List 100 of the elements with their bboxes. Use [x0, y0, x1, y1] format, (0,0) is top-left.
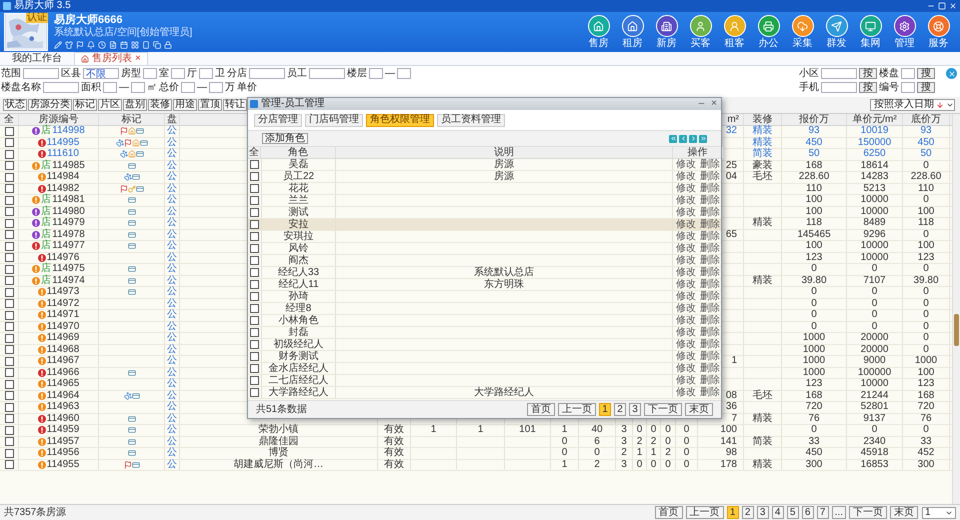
listing-id[interactable]: 114972 — [46, 298, 80, 309]
filter-field[interactable] — [397, 68, 411, 79]
close-icon[interactable] — [949, 2, 957, 10]
add-role-button[interactable]: 添加角色 — [262, 133, 308, 144]
nav-button[interactable]: 采集 — [787, 15, 818, 49]
delete-link[interactable]: 删除 — [700, 160, 720, 170]
checkbox[interactable] — [4, 460, 14, 470]
delete-link[interactable]: 删除 — [700, 232, 720, 242]
listing-id[interactable]: 114959 — [46, 425, 80, 436]
checkbox[interactable] — [250, 160, 259, 169]
nav-button[interactable]: 管理 — [889, 15, 920, 49]
document-icon[interactable] — [109, 41, 117, 49]
page-select[interactable]: 1 — [922, 506, 956, 518]
tab[interactable]: 员工资料管理 — [437, 114, 505, 126]
role-row[interactable]: 二七店经纪人 修改 删除 — [248, 375, 721, 387]
filter-field[interactable] — [143, 68, 157, 79]
checkbox[interactable] — [4, 184, 14, 194]
delete-link[interactable]: 删除 — [700, 364, 720, 374]
edit-link[interactable]: 修改 — [676, 208, 696, 218]
role-row[interactable]: 花花 修改 删除 — [248, 183, 721, 195]
page-button[interactable]: 7 — [816, 506, 829, 519]
checkbox[interactable] — [4, 380, 14, 389]
tab[interactable]: 角色权限管理 — [366, 114, 434, 126]
grid-icon[interactable] — [131, 41, 139, 49]
delete-link[interactable]: 删除 — [700, 244, 720, 254]
edit-link[interactable]: 修改 — [676, 172, 696, 182]
edit-link[interactable]: 修改 — [676, 184, 696, 194]
listing-id[interactable]: 114998 — [52, 126, 85, 136]
toolbar-button[interactable]: 标记 — [73, 99, 97, 111]
nav-button[interactable]: 租客 — [719, 15, 750, 49]
filter-field[interactable] — [171, 68, 185, 79]
role-row[interactable]: 初级经纪人 修改 删除 — [248, 339, 721, 351]
close-button[interactable]: × — [709, 99, 719, 109]
delete-link[interactable]: 删除 — [700, 184, 720, 194]
listing-id[interactable]: 114966 — [46, 368, 80, 378]
sort-dropdown[interactable]: 按照录入日期 — [870, 99, 955, 111]
checkbox[interactable] — [4, 138, 14, 148]
checkbox[interactable] — [250, 184, 259, 193]
checkbox[interactable] — [250, 268, 259, 277]
checkbox[interactable] — [4, 322, 14, 332]
edit-link[interactable]: 修改 — [676, 220, 696, 230]
pencil-icon[interactable] — [54, 41, 62, 49]
page-button[interactable]: 1 — [599, 403, 611, 416]
tab-close[interactable]: × — [135, 54, 141, 64]
edit-link[interactable]: 修改 — [676, 256, 696, 266]
delete-link[interactable]: 删除 — [700, 268, 720, 278]
listing-id[interactable]: 114974 — [52, 276, 85, 286]
page-button[interactable]: 4 — [772, 506, 784, 519]
nav-button[interactable]: 办公 — [753, 15, 784, 49]
edit-link[interactable]: 修改 — [676, 244, 696, 254]
toolbar-button[interactable]: 盘别 — [123, 99, 147, 111]
listing-id[interactable]: 114969 — [46, 333, 80, 344]
checkbox[interactable] — [250, 364, 259, 373]
delete-link[interactable]: 删除 — [700, 352, 720, 362]
checkbox[interactable] — [4, 264, 14, 274]
listing-id[interactable]: 114995 — [46, 138, 80, 148]
nav-button[interactable]: 新房 — [651, 15, 682, 49]
previous-page-button[interactable]: 上一页 — [686, 506, 724, 519]
listing-id[interactable]: 114982 — [46, 184, 80, 194]
last-page-icon[interactable] — [699, 134, 707, 142]
flag-icon[interactable] — [76, 41, 84, 49]
phone-icon[interactable] — [142, 41, 150, 49]
scrollbar[interactable] — [952, 114, 960, 504]
next-page-button[interactable]: 下一页 — [849, 506, 887, 519]
toolbar-button[interactable]: 状态 — [3, 99, 27, 111]
edit-link[interactable]: 修改 — [676, 364, 696, 374]
edit-link[interactable]: 修改 — [676, 292, 696, 302]
listing-id[interactable]: 114967 — [46, 356, 80, 366]
filter-field[interactable] — [821, 82, 857, 93]
nav-button[interactable]: 租房 — [617, 15, 648, 49]
listing-id[interactable]: 111610 — [47, 149, 79, 160]
role-row[interactable]: 经理8 修改 删除 — [248, 303, 721, 315]
checkbox[interactable] — [250, 232, 259, 241]
role-row[interactable]: 封磊 修改 删除 — [248, 327, 721, 339]
role-row[interactable]: 财务测试 修改 删除 — [248, 351, 721, 363]
checkbox[interactable] — [4, 288, 14, 297]
checkbox[interactable] — [4, 161, 14, 170]
listing-id[interactable]: 114964 — [46, 390, 80, 401]
filter-field[interactable] — [23, 68, 59, 79]
edit-link[interactable]: 修改 — [676, 268, 696, 278]
listing-id[interactable]: 114973 — [46, 287, 80, 298]
listing-id[interactable]: 114955 — [46, 460, 80, 470]
edit-link[interactable]: 修改 — [676, 388, 696, 398]
listing-id[interactable]: 114977 — [52, 241, 85, 252]
checkbox[interactable] — [4, 207, 14, 216]
delete-link[interactable]: 删除 — [700, 376, 720, 386]
first-page-button[interactable]: 首页 — [527, 403, 555, 416]
listing-id[interactable]: 114979 — [52, 218, 85, 228]
delete-link[interactable]: 删除 — [700, 340, 720, 350]
clock-icon[interactable] — [98, 41, 106, 49]
bell-icon[interactable] — [87, 41, 95, 49]
checkbox[interactable] — [4, 356, 14, 366]
edit-link[interactable]: 修改 — [676, 304, 696, 314]
first-page-icon[interactable] — [669, 134, 677, 142]
delete-link[interactable]: 删除 — [700, 328, 720, 338]
listing-id[interactable]: 114976 — [46, 252, 80, 263]
minimize-button[interactable]: – — [696, 99, 706, 109]
filter-field[interactable] — [181, 82, 195, 93]
listing-id[interactable]: 114965 — [46, 379, 80, 390]
role-row[interactable]: 风铃 修改 删除 — [248, 243, 721, 255]
